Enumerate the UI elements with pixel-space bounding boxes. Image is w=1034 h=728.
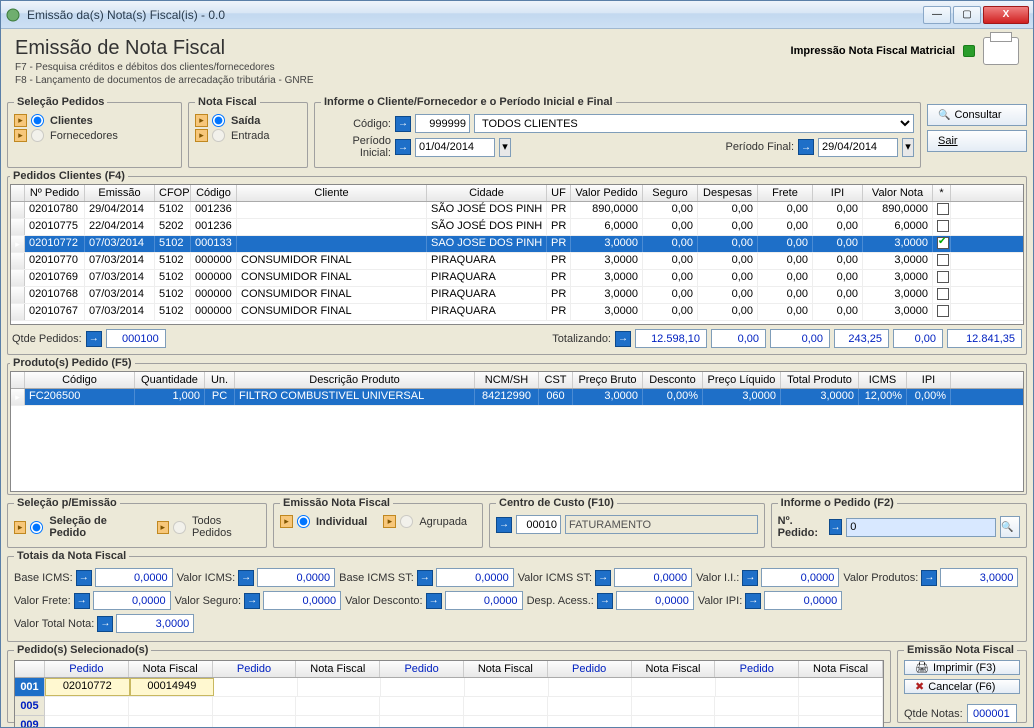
hint-f8: F8 - Lançamento de documentos de arrecad… (15, 75, 783, 86)
total-icon: → (615, 331, 631, 347)
periodo-final-icon[interactable]: → (798, 139, 814, 155)
radio-todos-pedidos (173, 521, 186, 534)
main-window: Emissão da(s) Nota(s) Fiscal(is) - 0.0 —… (0, 0, 1034, 728)
cancel-icon (915, 680, 924, 693)
cc-icon[interactable]: → (496, 517, 512, 533)
qtde-icon: → (86, 331, 102, 347)
content: Emissão de Nota Fiscal F7 - Pesquisa cré… (1, 29, 1033, 727)
table-row[interactable]: 02010767 07/03/2014 5102 000000 CONSUMID… (11, 304, 1023, 321)
table-row[interactable]: ▸ 02010772 07/03/2014 5102 000133 SAO JO… (11, 236, 1023, 253)
hint-arrow-icon: ▸ (280, 515, 293, 528)
pedido-search-button[interactable] (1000, 516, 1020, 538)
emissao-nf-group: Emissão Nota Fiscal ▸Individual ▸Agrupad… (273, 497, 483, 548)
hint-arrow-icon: ▸ (195, 114, 208, 127)
minimize-button[interactable]: — (923, 6, 951, 24)
pedidos-clientes-group: Pedidos Clientes (F4) Nº Pedido Emissão … (7, 170, 1027, 355)
cancelar-button[interactable]: Cancelar (F6) (904, 679, 1020, 694)
consultar-button[interactable]: Consultar (927, 104, 1027, 126)
sg-idx-005[interactable]: 005 (15, 697, 44, 716)
hint-arrow-icon: ▸ (14, 521, 26, 534)
radio-individual[interactable] (297, 515, 310, 528)
hint-arrow-icon: ▸ (14, 114, 27, 127)
radio-entrada (212, 129, 225, 142)
periodo-final-input[interactable] (818, 138, 898, 157)
search-icon (1001, 521, 1013, 533)
impress-label: Impressão Nota Fiscal Matricial (791, 45, 955, 57)
table-row[interactable]: 02010770 07/03/2014 5102 000000 CONSUMID… (11, 253, 1023, 270)
pedido-input[interactable] (846, 518, 996, 537)
titlebar[interactable]: Emissão da(s) Nota(s) Fiscal(is) - 0.0 —… (1, 1, 1033, 29)
cc-desc (565, 515, 758, 534)
sair-button[interactable]: Sair (927, 130, 1027, 152)
produtos-group: Produto(s) Pedido (F5) Código Quantidade… (7, 357, 1027, 495)
cliente-select[interactable]: TODOS CLIENTES (474, 114, 914, 133)
radio-fornecedores (31, 129, 44, 142)
periodo-inicial-input[interactable] (415, 138, 495, 157)
table-row[interactable]: 02010769 07/03/2014 5102 000000 CONSUMID… (11, 270, 1023, 287)
matricial-indicator-icon (963, 45, 975, 57)
emissao-box: Emissão Nota Fiscal Imprimir (F3) Cancel… (897, 644, 1027, 723)
selecao-emissao-group: Seleção p/Emissão ▸Seleção de Pedido ▸To… (7, 497, 267, 548)
hint-arrow-icon: ▸ (14, 129, 27, 142)
table-row[interactable]: ▸ FC206500 1,000 PC FILTRO COMBUSTIVEL U… (11, 389, 1023, 406)
pedido-icon[interactable]: → (829, 519, 842, 535)
hint-arrow-icon: ▸ (195, 129, 208, 142)
header: Emissão de Nota Fiscal F7 - Pesquisa cré… (7, 33, 1027, 94)
header-right: Impressão Nota Fiscal Matricial (791, 37, 1019, 65)
close-button[interactable]: X (983, 6, 1029, 24)
codigo-input[interactable] (415, 114, 470, 133)
informe-pedido-group: Informe o Pedido (F2) Nº. Pedido: → (771, 497, 1027, 548)
table-row[interactable]: 02010768 07/03/2014 5102 000000 CONSUMID… (11, 287, 1023, 304)
totais-nf-group: Totais da Nota Fiscal Base ICMS:→0,0000 … (7, 550, 1027, 642)
sg-idx-001[interactable]: 001 (15, 678, 44, 697)
pedidos-grid[interactable]: Nº Pedido Emissão CFOP Código Cliente Ci… (10, 184, 1024, 325)
radio-selecao-pedido[interactable] (30, 521, 43, 534)
window-title: Emissão da(s) Nota(s) Fiscal(is) - 0.0 (27, 8, 923, 22)
printer-icon[interactable] (983, 37, 1019, 65)
hint-arrow-icon: ▸ (157, 521, 169, 534)
cc-codigo-input[interactable] (516, 515, 561, 534)
imprimir-button[interactable]: Imprimir (F3) (904, 660, 1020, 675)
hint-f7: F7 - Pesquisa créditos e débitos dos cli… (15, 62, 783, 73)
produtos-grid[interactable]: Código Quantidade Un. Descrição Produto … (10, 371, 1024, 492)
qtde-notas: 000001 (967, 704, 1017, 723)
centro-custo-group: Centro de Custo (F10) → (489, 497, 765, 548)
radio-saida[interactable] (212, 114, 225, 127)
periodo-group: Informe o Cliente/Fornecedor e o Período… (314, 96, 921, 168)
nota-fiscal-tipo-group: Nota Fiscal ▸Saída ▸Entrada (188, 96, 308, 168)
app-icon (5, 7, 21, 23)
date-dropdown-icon[interactable]: ▾ (499, 138, 511, 157)
window-controls: — ▢ X (923, 6, 1029, 24)
pedidos-selecionados-group: Pedido(s) Selecionado(s) Pedido Nota Fis… (7, 644, 891, 723)
selected-grid[interactable]: Pedido Nota Fiscal Pedido Nota Fiscal Pe… (14, 660, 884, 727)
periodo-inicial-icon[interactable]: → (395, 139, 411, 155)
hint-arrow-icon: ▸ (383, 515, 396, 528)
search-icon (938, 109, 950, 121)
table-row[interactable]: 02010780 29/04/2014 5102 001236 SÃO JOSÉ… (11, 202, 1023, 219)
table-row[interactable]: 02010775 22/04/2014 5202 001236 SÃO JOSÉ… (11, 219, 1023, 236)
radio-clientes[interactable] (31, 114, 44, 127)
selecao-pedidos-group: Seleção Pedidos ▸Clientes ▸Fornecedores (7, 96, 182, 168)
sg-idx-009[interactable]: 009 (15, 716, 44, 727)
codigo-lookup-icon[interactable]: → (395, 116, 411, 132)
date-dropdown-icon[interactable]: ▾ (902, 138, 914, 157)
print-icon (915, 661, 929, 674)
radio-agrupada (400, 515, 413, 528)
page-title: Emissão de Nota Fiscal (15, 37, 783, 60)
qtde-pedidos: 000100 (106, 329, 166, 348)
maximize-button[interactable]: ▢ (953, 6, 981, 24)
